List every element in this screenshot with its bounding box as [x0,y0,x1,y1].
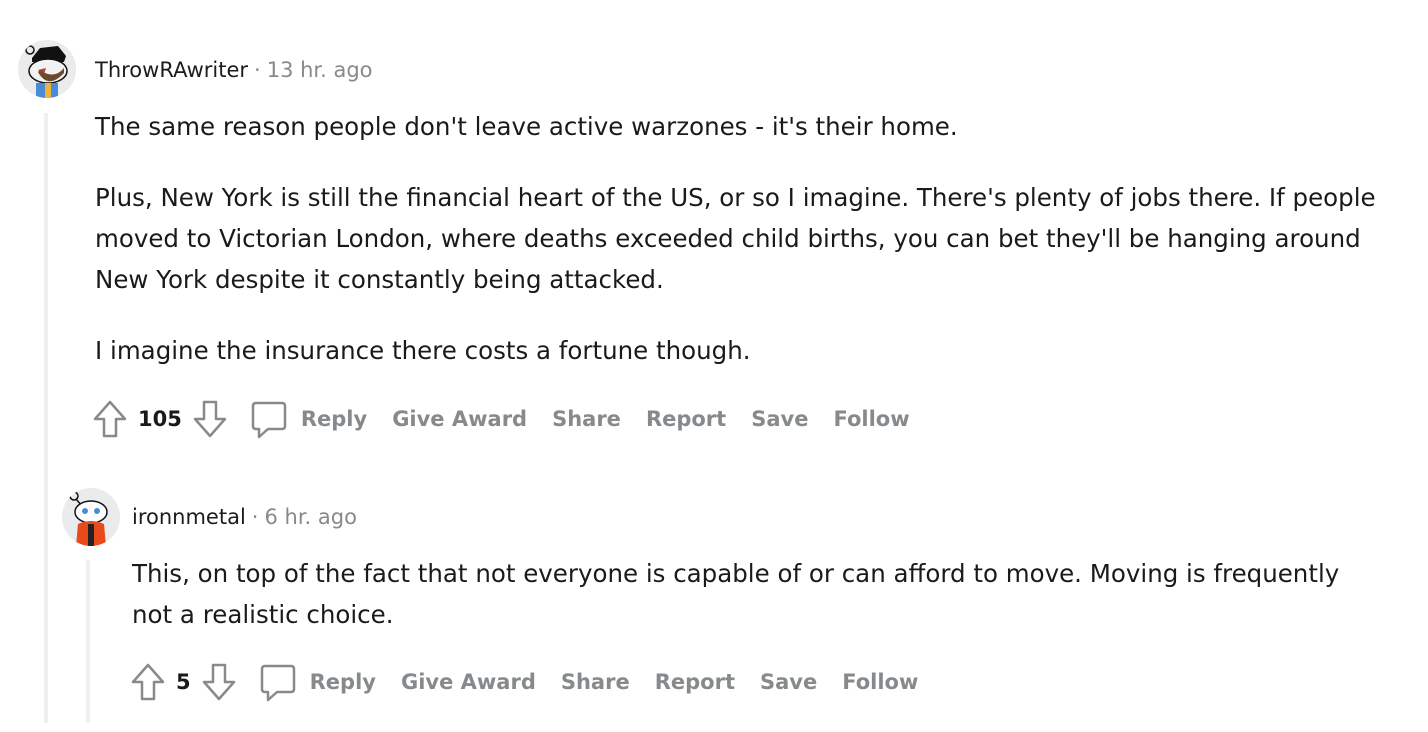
comment-meta: ThrowRAwriter · 13 hr. ago [95,58,373,82]
comment-bubble-icon[interactable] [250,399,288,439]
downvote-arrow-icon[interactable] [201,662,237,702]
upvote-arrow-icon[interactable] [130,662,166,702]
comment-paragraph: Plus, New York is still the financial he… [95,183,1376,294]
comment-action-bar: 5 Reply Give Award Share Report Save Fol… [130,660,918,704]
comment-meta: ironnmetal · 6 hr. ago [132,505,357,529]
comment-paragraph: The same reason people don't leave activ… [95,112,958,141]
follow-button[interactable]: Follow [833,407,909,431]
give-award-button[interactable]: Give Award [401,670,536,694]
comment-action-bar: 105 Reply Give Award Share Report Save F… [92,397,910,441]
username-link[interactable]: ThrowRAwriter [95,58,248,82]
meta-separator: · [254,58,261,82]
downvote-arrow-icon[interactable] [192,399,228,439]
reply-button[interactable]: Reply [310,670,376,694]
reply-button[interactable]: Reply [301,407,367,431]
comment-paragraph: This, on top of the fact that not everyo… [132,559,1340,629]
avatar[interactable] [18,40,76,98]
username-link[interactable]: ironnmetal [132,505,246,529]
thread-line-root[interactable] [44,113,48,723]
share-button[interactable]: Share [552,407,621,431]
give-award-button[interactable]: Give Award [392,407,527,431]
vote-score: 105 [138,407,182,431]
thread-line-reply[interactable] [86,560,90,723]
meta-separator: · [251,505,259,529]
save-button[interactable]: Save [760,670,817,694]
comment-timestamp[interactable]: 6 hr. ago [264,505,356,529]
report-button[interactable]: Report [646,407,726,431]
follow-button[interactable]: Follow [842,670,918,694]
save-button[interactable]: Save [751,407,808,431]
snoo-avatar-icon [62,488,120,546]
comment-bubble-icon[interactable] [259,662,297,702]
comment-paragraph: I imagine the insurance there costs a fo… [95,336,751,365]
report-button[interactable]: Report [655,670,735,694]
vote-score: 5 [176,670,191,694]
share-button[interactable]: Share [561,670,630,694]
comment-timestamp[interactable]: 13 hr. ago [267,58,373,82]
snoo-avatar-icon [18,40,76,98]
upvote-arrow-icon[interactable] [92,399,128,439]
comment-body: The same reason people don't leave activ… [95,106,1395,371]
avatar[interactable] [62,488,120,546]
comment-body: This, on top of the fact that not everyo… [132,553,1382,635]
